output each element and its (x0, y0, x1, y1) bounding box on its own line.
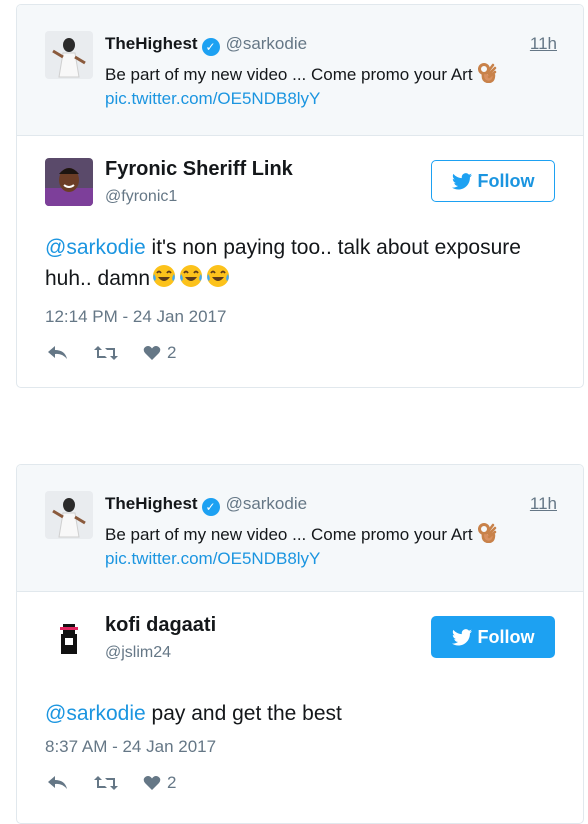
retweet-button[interactable] (93, 344, 119, 362)
tweet-text: @sarkodie pay and get the best (45, 699, 563, 729)
author-handle[interactable]: @fyronic1 (105, 188, 177, 206)
quoted-tweet[interactable]: TheHighest ✓ @sarkodie 11h Be part of my n… (17, 465, 583, 592)
tears-of-joy-emoji-icon (205, 263, 231, 298)
reply-icon (48, 776, 67, 789)
mention-link[interactable]: @sarkodie (45, 236, 146, 259)
author-handle[interactable]: @jslim24 (105, 644, 171, 662)
tears-of-joy-emoji-icon (178, 263, 204, 298)
ok-hand-emoji-icon (477, 521, 497, 548)
quoted-avatar[interactable] (45, 491, 93, 539)
tweet-actions: 2 (47, 773, 200, 793)
follow-label: Follow (477, 626, 535, 647)
tweet-card: TheHighest ✓ @sarkodie 11h Be part of my n… (16, 4, 584, 388)
quoted-text: Be part of my new video ... Come promo y… (105, 525, 473, 544)
follow-button[interactable]: Follow (431, 160, 555, 202)
tweet-author: Fyronic Sheriff Link @fyronic1 Follow (17, 136, 583, 226)
quoted-handle[interactable]: @sarkodie (226, 34, 308, 53)
verified-icon: ✓ (201, 38, 220, 56)
heart-icon (143, 346, 161, 360)
follow-label: Follow (477, 170, 535, 191)
quoted-handle[interactable]: @sarkodie (226, 494, 308, 513)
tweet-timestamp[interactable]: 12:14 PM - 24 Jan 2017 (45, 307, 226, 327)
retweet-icon (94, 776, 118, 790)
quoted-avatar[interactable] (45, 31, 93, 79)
like-count: 2 (167, 773, 177, 792)
retweet-button[interactable] (93, 774, 119, 792)
mention-link[interactable]: @sarkodie (45, 702, 146, 725)
quoted-text-line: Be part of my new video ... Come promo y… (105, 521, 497, 548)
like-button[interactable]: 2 (143, 343, 176, 363)
tweet-card: TheHighest ✓ @sarkodie 11h Be part of my n… (16, 464, 584, 824)
quoted-text: Be part of my new video ... Come promo y… (105, 65, 473, 84)
quoted-media-link[interactable]: pic.twitter.com/OE5NDB8lyY (105, 549, 320, 569)
author-avatar[interactable] (45, 158, 93, 206)
like-button[interactable]: 2 (143, 773, 176, 793)
reply-icon (48, 346, 67, 359)
quoted-header: TheHighest ✓ @sarkodie 11h (105, 494, 557, 518)
tweet-text: @sarkodie it's non paying too.. talk abo… (45, 233, 563, 298)
ok-hand-emoji-icon (477, 61, 497, 88)
quoted-time[interactable]: 11h (530, 34, 557, 54)
reply-button[interactable] (47, 775, 69, 791)
quoted-name[interactable]: TheHighest (105, 494, 198, 513)
tweet-timestamp[interactable]: 8:37 AM - 24 Jan 2017 (45, 737, 216, 757)
tweet-actions: 2 (47, 343, 200, 363)
quoted-media-link[interactable]: pic.twitter.com/OE5NDB8lyY (105, 89, 320, 109)
like-count: 2 (167, 343, 177, 362)
author-name[interactable]: kofi dagaati (105, 614, 216, 637)
quoted-header: TheHighest ✓ @sarkodie 11h (105, 34, 557, 58)
retweet-icon (94, 346, 118, 360)
quoted-time[interactable]: 11h (530, 494, 557, 514)
author-avatar[interactable] (45, 614, 93, 662)
heart-icon (143, 776, 161, 790)
tweet-author: kofi dagaati @jslim24 Follow (17, 592, 583, 682)
quoted-tweet[interactable]: TheHighest ✓ @sarkodie 11h Be part of my n… (17, 5, 583, 136)
follow-button[interactable]: Follow (431, 616, 555, 658)
quoted-text-line: Be part of my new video ... Come promo y… (105, 61, 497, 88)
reply-button[interactable] (47, 345, 69, 361)
verified-icon: ✓ (201, 498, 220, 516)
twitter-bird-icon (451, 628, 472, 645)
tears-of-joy-emoji-icon (151, 263, 177, 298)
quoted-name[interactable]: TheHighest (105, 34, 198, 53)
author-name[interactable]: Fyronic Sheriff Link (105, 158, 293, 181)
tweet-body: pay and get the best (145, 702, 342, 725)
twitter-bird-icon (451, 172, 472, 189)
